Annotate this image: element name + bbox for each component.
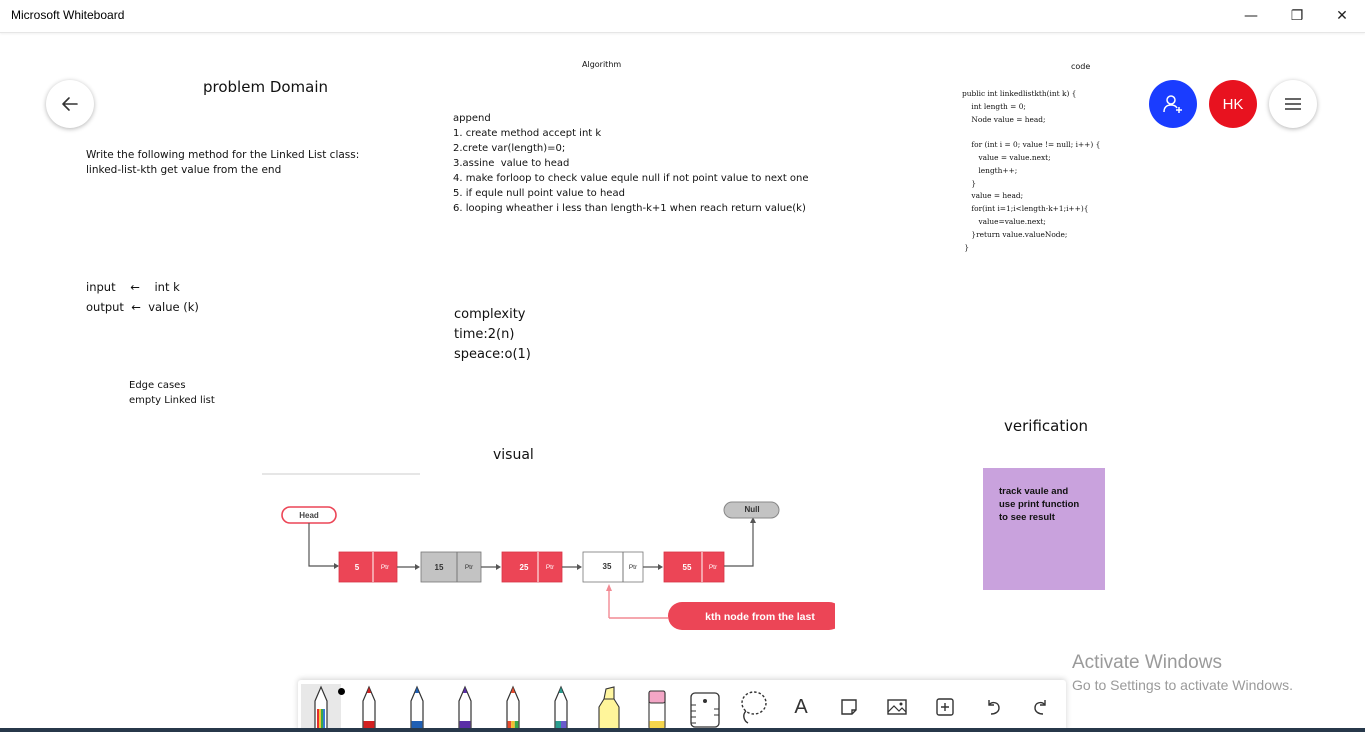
user-avatar[interactable]: HK <box>1209 80 1257 128</box>
sticky-note[interactable]: track vaule and use print function to se… <box>983 468 1105 590</box>
text-icon: A <box>794 695 808 718</box>
pink-eraser-tool[interactable] <box>637 684 677 730</box>
node-ptr-label: Ptr <box>465 564 474 571</box>
list-node: 5 Ptr <box>338 551 398 583</box>
maximize-button[interactable]: ❐ <box>1274 0 1320 32</box>
yellow-highlighter-icon <box>598 686 620 729</box>
minimize-button[interactable]: — <box>1228 0 1274 32</box>
text-tool[interactable]: A <box>781 684 821 730</box>
visual-heading: visual <box>493 447 534 463</box>
list-node: 25 Ptr <box>501 551 563 583</box>
red-pen-tool[interactable] <box>349 684 389 730</box>
node-value: 15 <box>435 563 444 572</box>
code-text: public int linkedlistkth(int k) { int le… <box>962 89 1101 252</box>
redo-icon <box>1034 700 1046 715</box>
undo-button[interactable] <box>973 684 1013 730</box>
red-pen-icon <box>362 685 376 729</box>
ruler-tool[interactable] <box>685 684 725 730</box>
active-tool-dot <box>338 688 345 695</box>
rainbow-marker-tool[interactable] <box>493 684 533 730</box>
inking-toolbar: A <box>298 680 1066 732</box>
blue-pen-tool[interactable] <box>397 684 437 730</box>
purple-pen-icon <box>458 685 472 729</box>
taskbar-edge <box>0 728 1365 732</box>
verification-heading: verification <box>1004 417 1089 435</box>
add-person-icon <box>1163 95 1182 113</box>
node-value: 5 <box>355 563 360 572</box>
lasso-icon <box>741 691 767 724</box>
lasso-tool[interactable] <box>733 684 773 730</box>
image-tool[interactable] <box>877 684 917 730</box>
pink-eraser-icon <box>648 690 666 729</box>
algorithm-heading: Algorithm <box>582 60 622 69</box>
node-ptr-label: Ptr <box>629 564 638 571</box>
code-heading: code <box>1071 62 1091 71</box>
problem-text: Write the following method for the Linke… <box>86 149 360 176</box>
node-value: 35 <box>603 562 612 571</box>
node-ptr-label: Ptr <box>709 564 718 571</box>
teal-pen-icon <box>554 685 568 729</box>
close-button[interactable]: ✕ <box>1319 0 1365 32</box>
settings-menu-button[interactable] <box>1269 80 1317 128</box>
blue-pen-icon <box>410 685 424 729</box>
complexity-text: complexity time:2(n) speace:o(1) <box>454 307 531 362</box>
head-label: Head <box>299 511 319 520</box>
invite-button[interactable] <box>1149 80 1197 128</box>
undo-icon <box>988 700 1000 715</box>
rainbow-marker-icon <box>506 685 520 729</box>
list-node: 15 Ptr <box>420 551 482 583</box>
back-button[interactable] <box>46 80 94 128</box>
yellow-highlighter-tool[interactable] <box>589 684 629 730</box>
null-label: Null <box>744 505 759 514</box>
activate-windows-title: Activate Windows <box>1072 652 1222 673</box>
rainbow-pen-icon <box>314 685 328 729</box>
list-node: 55 Ptr <box>663 551 725 583</box>
hamburger-menu-icon <box>1285 98 1301 110</box>
list-node: 35 Ptr <box>582 551 644 583</box>
node-ptr-label: Ptr <box>381 564 390 571</box>
problem-domain-heading: problem Domain <box>203 78 329 96</box>
purple-pen-tool[interactable] <box>445 684 485 730</box>
image-icon <box>887 699 907 715</box>
add-icon <box>936 698 954 716</box>
arrow-left-icon <box>62 97 78 111</box>
insert-tool[interactable] <box>925 684 965 730</box>
sticky-note-tool[interactable] <box>829 684 869 730</box>
ruler-icon <box>690 692 720 728</box>
node-ptr-label: Ptr <box>546 564 555 571</box>
edge-cases-text: Edge cases empty Linked list <box>129 380 215 406</box>
kth-node-label: kth node from the last <box>705 611 815 623</box>
sticky-note-text: track vaule and use print function to se… <box>999 486 1080 523</box>
node-value: 25 <box>520 563 529 572</box>
app-title: Microsoft Whiteboard <box>11 8 125 22</box>
sticky-note-icon <box>841 699 857 715</box>
input-output-text: input ← int k output ← value (k) <box>86 280 199 314</box>
teal-pen-tool[interactable] <box>541 684 581 730</box>
rainbow-pen-tool[interactable] <box>301 684 345 730</box>
redo-button[interactable] <box>1021 684 1061 730</box>
algorithm-text: append 1. create method accept int k 2.c… <box>453 113 809 214</box>
node-value: 55 <box>683 563 692 572</box>
activate-windows-subtitle: Go to Settings to activate Windows. <box>1072 677 1293 693</box>
title-bar: Microsoft Whiteboard — ❐ ✕ <box>0 0 1365 33</box>
linked-list-diagram[interactable]: Head 5 Ptr 15 Ptr 25 Ptr 35 Ptr 55 Ptr N… <box>262 470 835 634</box>
